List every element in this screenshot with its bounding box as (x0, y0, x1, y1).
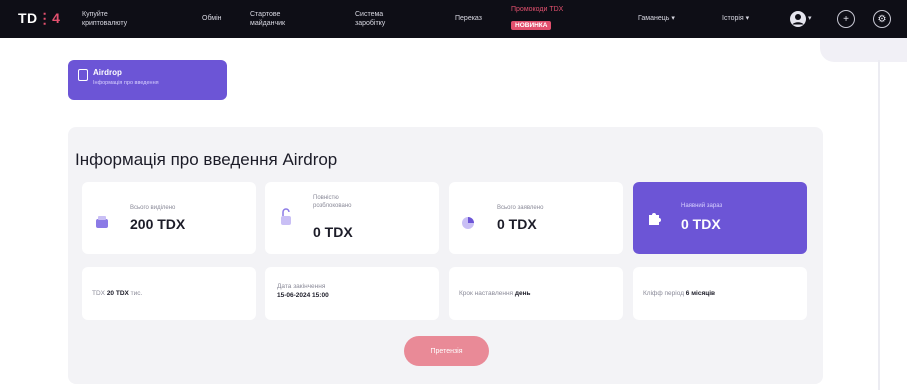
wallet-dropdown[interactable]: Гаманець ▾ (638, 14, 675, 22)
stat-card-total-claimed: Всього заявлено 0 TDX (449, 182, 623, 254)
history-dropdown[interactable]: Історія ▾ (722, 14, 749, 22)
logo[interactable]: TD⋮4 (18, 10, 60, 27)
unlock-icon (281, 208, 291, 225)
divider (878, 60, 880, 390)
tab-subtitle: Інформація про введення (93, 80, 159, 86)
claim-button[interactable]: Претензія (404, 336, 489, 366)
pie-icon (462, 217, 474, 229)
stat-value: 0 TDX (497, 216, 537, 232)
nav-transfer[interactable]: Переказ (455, 14, 482, 23)
info-text: Дата закінчення 15-06-2024 15:00 (277, 283, 329, 299)
side-decoration (820, 38, 907, 62)
stat-card-fully-unlocked: Повністю розблоковано 0 TDX (265, 182, 439, 254)
promo-label: Промокоди TDX (511, 6, 564, 13)
info-card-vesting-step: Крок наставлення день (449, 267, 623, 320)
wallet-icon (96, 216, 108, 228)
logo-text: TD (18, 10, 38, 26)
stat-value: 200 TDX (130, 216, 186, 232)
stat-value: 0 TDX (681, 216, 721, 232)
nav-earn-system[interactable]: Система заробітку (355, 10, 401, 28)
stat-card-available-now: Наявний зараз 0 TDX (633, 182, 807, 254)
info-card-end-date: Дата закінчення 15-06-2024 15:00 (265, 267, 439, 320)
info-card-price: TDX 20 TDX тис. (82, 267, 256, 320)
top-navbar: TD⋮4 Купуйте криптовалюту Обмін Стартове… (0, 0, 907, 38)
stat-label: Повністю розблоковано (313, 195, 352, 209)
info-text: Крок наставлення день (459, 290, 531, 297)
stat-value: 0 TDX (313, 224, 353, 240)
stat-label: Всього заявлено (497, 205, 544, 211)
user-avatar-icon[interactable] (789, 10, 807, 28)
info-text: Кліфф період 6 місяців (643, 290, 716, 297)
nav-launchpad[interactable]: Стартове майданчик (250, 10, 296, 28)
plus-icon[interactable]: + (837, 10, 855, 28)
page-title: Інформація про введення Airdrop (75, 150, 338, 169)
puzzle-icon (649, 213, 661, 225)
stat-card-total-allocated: Всього виділено 200 TDX (82, 182, 256, 254)
info-card-cliff-period: Кліфф період 6 місяців (633, 267, 807, 320)
logo-accent: ⋮4 (37, 10, 61, 26)
tab-title: Airdrop (93, 68, 122, 77)
nav-exchange[interactable]: Обмін (202, 14, 222, 23)
new-badge: НОВИНКА (511, 21, 552, 30)
tab-airdrop[interactable]: Airdrop Інформація про введення (68, 60, 227, 100)
chevron-down-icon[interactable]: ▾ (808, 14, 812, 22)
stat-label: Наявний зараз (681, 203, 723, 209)
settings-icon[interactable]: ⚙ (873, 10, 891, 28)
stat-label: Всього виділено (130, 205, 176, 211)
info-text: TDX 20 TDX тис. (92, 290, 143, 297)
nav-buy-crypto[interactable]: Купуйте криптовалюту (82, 10, 144, 28)
nav-promo[interactable]: Промокоди TDX НОВИНКА (511, 6, 563, 32)
document-icon (78, 69, 88, 81)
